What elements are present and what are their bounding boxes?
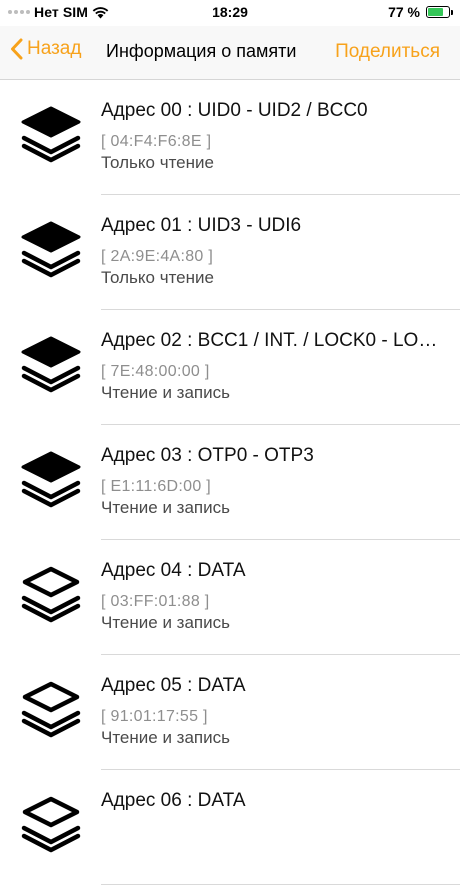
- row-title: Адрес 03 : OTP0 - OTP3: [101, 445, 314, 466]
- layers-filled-icon: [16, 215, 86, 285]
- row-text: Адрес 06 : DATA: [101, 790, 440, 822]
- row-title: Адрес 04 : DATA: [101, 560, 246, 581]
- row-title: Адрес 02 : BCC1 / INT. / LOCK0 - LOCK1: [101, 330, 440, 351]
- row-hex-value: [ 04:F4:F6:8E ]: [101, 133, 212, 150]
- row-hex-value: [ 91:01:17:55 ]: [101, 708, 208, 725]
- battery-icon: [426, 6, 453, 18]
- layers-filled-icon: [16, 445, 86, 515]
- row-text: Адрес 04 : DATA [ 03:FF:01:88 ] Чтение и з…: [101, 560, 440, 633]
- row-access-mode: Чтение и запись: [101, 728, 230, 747]
- row-title: Адрес 06 : DATA: [101, 790, 246, 811]
- share-button[interactable]: Поделиться: [335, 41, 440, 63]
- layers-outline-icon: [16, 675, 86, 745]
- memory-list: Адрес 00 : UID0 - UID2 / BCC0 [ 04:F4:F6:…: [0, 80, 460, 885]
- layers-outline-icon: [16, 560, 86, 630]
- layers-filled-icon: [16, 330, 86, 400]
- row-title: Адрес 05 : DATA: [101, 675, 246, 696]
- navigation-bar: Назад Информация о памяти Поделиться: [0, 26, 460, 80]
- row-text: Адрес 01 : UID3 - UDI6 [ 2A:9E:4A:80 ] Тол…: [101, 215, 440, 288]
- memory-row[interactable]: Адрес 02 : BCC1 / INT. / LOCK0 - LOCK1 [ …: [0, 310, 460, 425]
- row-text: Адрес 02 : BCC1 / INT. / LOCK0 - LOCK1 [ …: [101, 330, 440, 403]
- battery-percent: 77 %: [388, 4, 420, 20]
- memory-row[interactable]: Адрес 03 : OTP0 - OTP3 [ E1:11:6D:00 ] Чте…: [0, 425, 460, 540]
- row-hex-value: [ 7E:48:00:00 ]: [101, 363, 210, 380]
- row-access-mode: Чтение и запись: [101, 383, 230, 402]
- memory-row[interactable]: Адрес 04 : DATA [ 03:FF:01:88 ] Чтение и з…: [0, 540, 460, 655]
- status-bar: Нет SIM 18:29 77 %: [0, 0, 460, 26]
- status-right: 77 %: [388, 4, 453, 20]
- row-hex-value: [ 2A:9E:4A:80 ]: [101, 248, 214, 265]
- row-title: Адрес 00 : UID0 - UID2 / BCC0: [101, 100, 368, 121]
- memory-row[interactable]: Адрес 06 : DATA: [0, 770, 460, 885]
- memory-row[interactable]: Адрес 00 : UID0 - UID2 / BCC0 [ 04:F4:F6:…: [0, 80, 460, 195]
- memory-row[interactable]: Адрес 01 : UID3 - UDI6 [ 2A:9E:4A:80 ] Тол…: [0, 195, 460, 310]
- row-title: Адрес 01 : UID3 - UDI6: [101, 215, 302, 236]
- row-text: Адрес 05 : DATA [ 91:01:17:55 ] Чтение и з…: [101, 675, 440, 748]
- row-access-mode: Чтение и запись: [101, 498, 230, 517]
- layers-filled-icon: [16, 100, 86, 170]
- row-access-mode: Чтение и запись: [101, 613, 230, 632]
- memory-row[interactable]: Адрес 05 : DATA [ 91:01:17:55 ] Чтение и з…: [0, 655, 460, 770]
- row-text: Адрес 03 : OTP0 - OTP3 [ E1:11:6D:00 ] Чте…: [101, 445, 440, 518]
- row-hex-value: [ E1:11:6D:00 ]: [101, 478, 212, 495]
- back-label: Назад: [27, 38, 82, 59]
- chevron-left-icon: [11, 38, 23, 60]
- row-hex-value: [ 03:FF:01:88 ]: [101, 593, 210, 610]
- battery-cap: [451, 10, 453, 15]
- row-text: Адрес 00 : UID0 - UID2 / BCC0 [ 04:F4:F6:…: [101, 100, 440, 173]
- layers-outline-icon: [16, 790, 86, 860]
- page-title: Информация о памяти: [106, 41, 297, 61]
- row-access-mode: Только чтение: [101, 268, 214, 287]
- row-access-mode: Только чтение: [101, 153, 214, 172]
- back-button[interactable]: Назад: [10, 38, 81, 60]
- battery-fill: [428, 8, 444, 16]
